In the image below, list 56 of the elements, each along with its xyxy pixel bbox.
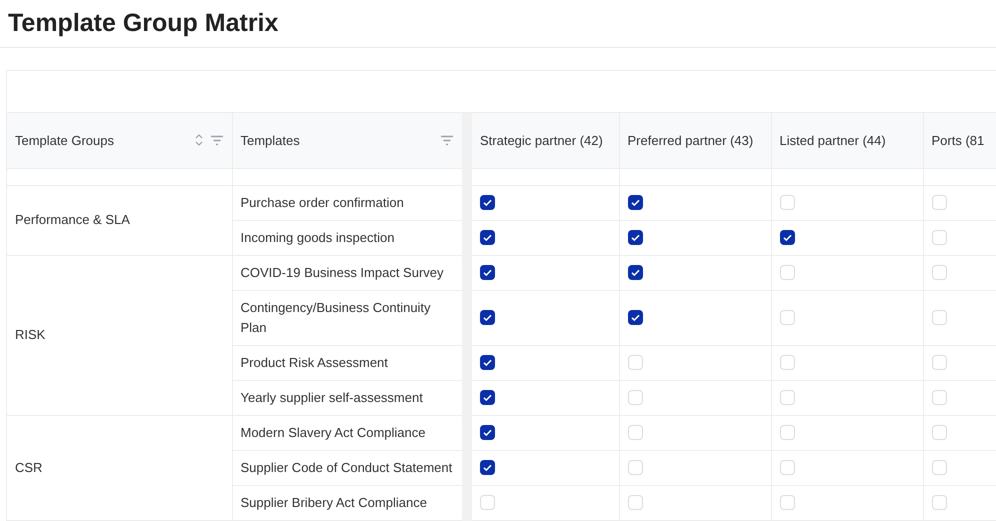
checkbox[interactable] (932, 425, 946, 440)
checkbox[interactable] (628, 230, 642, 245)
template-name: Product Risk Assessment (240, 354, 388, 370)
checkbox[interactable] (628, 460, 642, 475)
checkbox[interactable] (480, 195, 495, 210)
checkbox[interactable] (628, 195, 642, 210)
checkbox[interactable] (780, 265, 794, 280)
checkbox[interactable] (480, 230, 495, 245)
checkbox[interactable] (628, 310, 642, 325)
checkbox[interactable] (628, 425, 642, 440)
checkbox[interactable] (480, 425, 495, 440)
template-name: Contingency/Business Continuity Plan (240, 300, 431, 334)
template-name: Purchase order confirmation (240, 194, 404, 210)
checkbox[interactable] (780, 390, 794, 405)
checkbox[interactable] (480, 355, 495, 370)
checkbox[interactable] (780, 310, 794, 325)
checkbox[interactable] (932, 355, 946, 370)
checkbox[interactable] (932, 195, 946, 210)
checkbox[interactable] (932, 495, 946, 510)
checkbox[interactable] (480, 460, 495, 475)
checkbox[interactable] (780, 460, 794, 475)
template-name: Modern Slavery Act Compliance (240, 424, 426, 440)
checkbox[interactable] (932, 460, 946, 475)
checkbox[interactable] (780, 355, 794, 370)
filter-icon[interactable] (210, 134, 224, 146)
filter-icon[interactable] (440, 134, 454, 146)
checkbox[interactable] (932, 265, 946, 280)
checkbox[interactable] (780, 230, 794, 245)
column-header[interactable]: Ports (81 (932, 132, 984, 148)
template-name: Incoming goods inspection (240, 230, 394, 244)
sort-icon[interactable] (194, 133, 204, 148)
group-name: RISK (15, 327, 46, 342)
checkbox[interactable] (628, 495, 642, 510)
template-name: Supplier Code of Conduct Statement (240, 460, 452, 474)
checkbox[interactable] (480, 390, 495, 405)
checkbox[interactable] (480, 310, 495, 325)
column-header[interactable]: Template Groups (15, 130, 114, 150)
column-header[interactable]: Listed partner (44) (780, 132, 886, 148)
template-name: Supplier Bribery Act Compliance (240, 494, 427, 510)
checkbox[interactable] (932, 390, 946, 405)
checkbox[interactable] (780, 195, 794, 210)
checkbox[interactable] (780, 425, 794, 440)
template-name: COVID-19 Business Impact Survey (240, 264, 444, 280)
column-header[interactable]: Templates (240, 130, 300, 150)
checkbox[interactable] (780, 495, 794, 510)
group-name: CSR (15, 460, 42, 475)
checkbox[interactable] (628, 355, 642, 370)
checkbox[interactable] (932, 310, 946, 325)
page-title: Template Group Matrix (8, 8, 278, 39)
checkbox[interactable] (480, 265, 495, 280)
checkbox[interactable] (932, 230, 946, 245)
checkbox[interactable] (628, 265, 642, 280)
group-name: Performance & SLA (15, 212, 130, 228)
checkbox[interactable] (480, 495, 495, 510)
checkbox[interactable] (628, 390, 642, 405)
template-name: Yearly supplier self-assessment (240, 390, 423, 404)
